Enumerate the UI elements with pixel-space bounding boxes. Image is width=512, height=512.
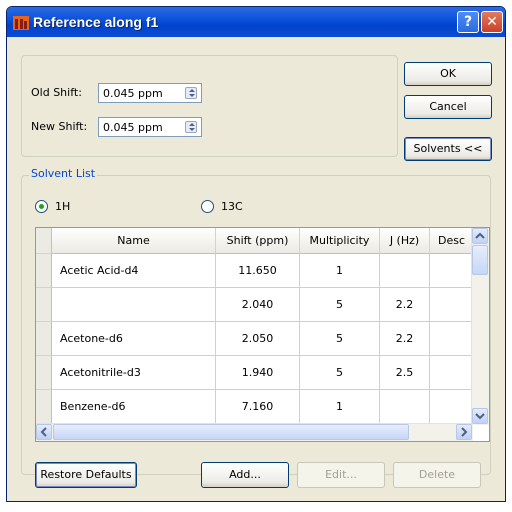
- column-header-name[interactable]: Name: [52, 228, 216, 254]
- new-shift-field[interactable]: 0.045 ppm: [98, 117, 202, 137]
- radio-13c[interactable]: [201, 200, 214, 213]
- row-header[interactable]: [36, 288, 52, 322]
- table-cell-j[interactable]: 2.5: [380, 356, 430, 390]
- row-header[interactable]: [36, 254, 52, 288]
- radio-1h-label[interactable]: 1H: [55, 200, 70, 213]
- restore-defaults-button[interactable]: Restore Defaults: [35, 462, 137, 488]
- table-cell-desc[interactable]: [430, 356, 474, 390]
- cancel-button[interactable]: Cancel: [404, 95, 492, 119]
- table-cell-shift[interactable]: 2.050: [216, 322, 300, 356]
- spinner-arrows-icon[interactable]: [185, 87, 197, 99]
- scroll-right-icon[interactable]: [456, 424, 472, 440]
- table-cell-name[interactable]: Acetic Acid-d4: [52, 254, 216, 288]
- new-shift-value: 0.045 ppm: [103, 121, 163, 134]
- table-cell-j[interactable]: [380, 254, 430, 288]
- ok-button[interactable]: OK: [404, 62, 492, 86]
- radio-1h[interactable]: [35, 200, 48, 213]
- row-header[interactable]: [36, 322, 52, 356]
- table-cell-desc[interactable]: [430, 322, 474, 356]
- table-cell-j[interactable]: 2.2: [380, 322, 430, 356]
- column-header-j[interactable]: J (Hz): [380, 228, 430, 254]
- table-cell-j[interactable]: [380, 390, 430, 424]
- shift-group: [21, 55, 398, 157]
- horizontal-scrollbar[interactable]: [36, 423, 473, 441]
- vertical-scrollbar[interactable]: [471, 228, 489, 425]
- scroll-left-icon[interactable]: [36, 424, 52, 440]
- table-cell-name[interactable]: Acetonitrile-d3: [52, 356, 216, 390]
- table-cell-multiplicity[interactable]: 1: [300, 254, 380, 288]
- column-header-desc[interactable]: Desc: [430, 228, 474, 254]
- table-cell-shift[interactable]: 7.160: [216, 390, 300, 424]
- scroll-up-icon[interactable]: [472, 228, 488, 244]
- radio-selected-dot: [39, 204, 44, 209]
- add-button[interactable]: Add...: [201, 462, 289, 488]
- table-cell-desc[interactable]: [430, 254, 474, 288]
- old-shift-value: 0.045 ppm: [103, 87, 163, 100]
- new-shift-label: New Shift:: [31, 120, 88, 133]
- table-cell-name[interactable]: Acetone-d6: [52, 322, 216, 356]
- column-header-shift[interactable]: Shift (ppm): [216, 228, 300, 254]
- edit-button[interactable]: Edit...: [297, 462, 385, 488]
- corner-header: [36, 228, 52, 254]
- spinner-arrows-icon[interactable]: [185, 121, 197, 133]
- table-cell-multiplicity[interactable]: 5: [300, 356, 380, 390]
- table-cell-shift[interactable]: 1.940: [216, 356, 300, 390]
- title-bar[interactable]: Reference along f1 ? ✕: [7, 7, 505, 37]
- table-cell-multiplicity[interactable]: 5: [300, 288, 380, 322]
- window-title: Reference along f1: [33, 14, 159, 30]
- row-header[interactable]: [36, 356, 52, 390]
- table-cell-shift[interactable]: 11.650: [216, 254, 300, 288]
- horizontal-scroll-thumb[interactable]: [53, 424, 409, 440]
- table-cell-multiplicity[interactable]: 5: [300, 322, 380, 356]
- delete-button[interactable]: Delete: [393, 462, 481, 488]
- old-shift-label: Old Shift:: [31, 86, 82, 99]
- solvents-toggle-button[interactable]: Solvents <<: [404, 137, 492, 161]
- reference-dialog: Reference along f1 ? ✕ Old Shift: 0.045 …: [6, 6, 506, 502]
- scroll-down-icon[interactable]: [472, 408, 488, 424]
- solvent-table[interactable]: Name Shift (ppm) Multiplicity J (Hz) Des…: [35, 227, 490, 442]
- table-cell-desc[interactable]: [430, 390, 474, 424]
- column-header-multiplicity[interactable]: Multiplicity: [300, 228, 380, 254]
- table-cell-multiplicity[interactable]: 1: [300, 390, 380, 424]
- help-button[interactable]: ?: [457, 11, 479, 33]
- old-shift-field[interactable]: 0.045 ppm: [98, 83, 202, 103]
- table-cell-j[interactable]: 2.2: [380, 288, 430, 322]
- table-cell-name[interactable]: [52, 288, 216, 322]
- radio-13c-label[interactable]: 13C: [221, 200, 243, 213]
- row-header[interactable]: [36, 390, 52, 424]
- app-icon: [13, 16, 29, 30]
- close-button[interactable]: ✕: [481, 11, 503, 33]
- table-cell-shift[interactable]: 2.040: [216, 288, 300, 322]
- table-cell-name[interactable]: Benzene-d6: [52, 390, 216, 424]
- table-cell-desc[interactable]: [430, 288, 474, 322]
- solvent-list-label: Solvent List: [29, 167, 98, 180]
- vertical-scroll-thumb[interactable]: [472, 245, 488, 275]
